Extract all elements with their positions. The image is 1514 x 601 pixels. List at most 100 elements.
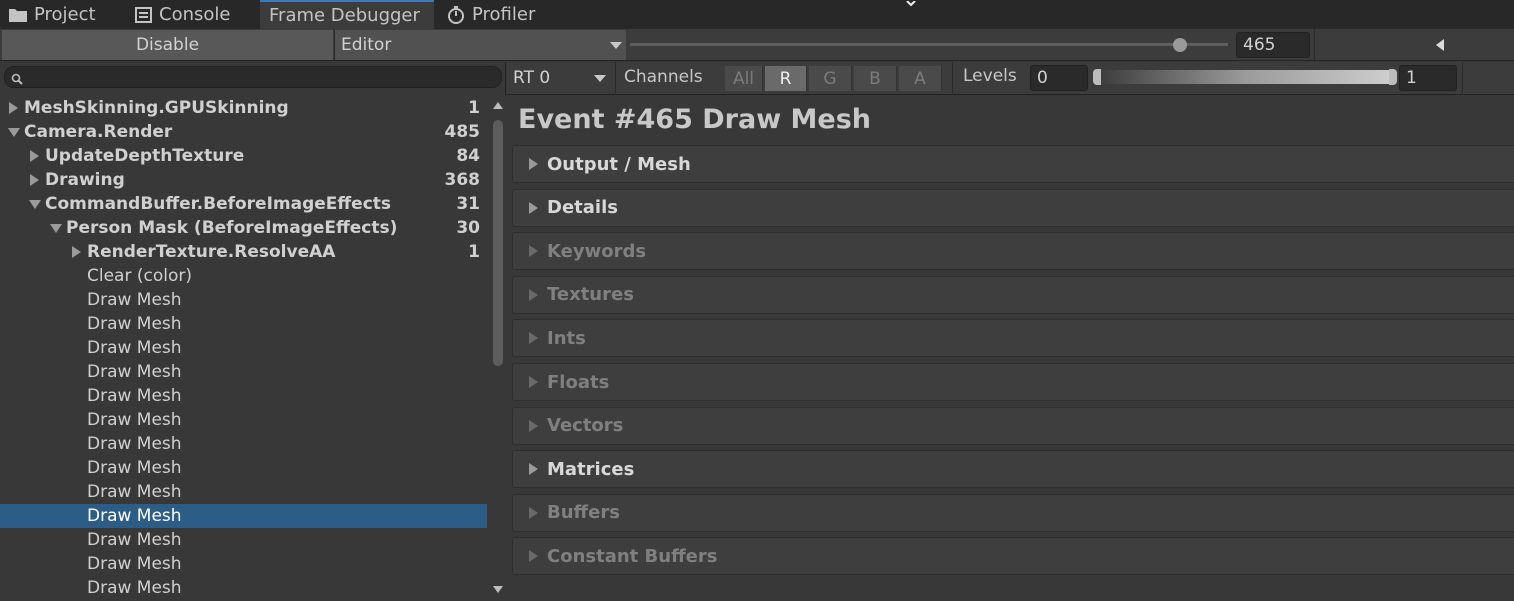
tree-row[interactable]: Person Mask (BeforeImageEffects) 30 bbox=[0, 216, 487, 240]
section-label: Floats bbox=[547, 371, 610, 393]
tree-row[interactable]: Drawing 368 bbox=[0, 168, 487, 192]
section-vectors[interactable]: Vectors bbox=[512, 406, 1514, 445]
folder-icon bbox=[8, 7, 28, 23]
levels-max-handle[interactable] bbox=[1389, 69, 1397, 85]
section-constant-buffers[interactable]: Constant Buffers bbox=[512, 537, 1514, 576]
channel-button-b[interactable]: B bbox=[854, 66, 897, 91]
levels-range-slider[interactable] bbox=[1095, 70, 1395, 84]
tree-row[interactable]: Draw Mesh bbox=[0, 336, 487, 360]
tree-row[interactable]: Draw Mesh bbox=[0, 312, 487, 336]
expand-arrow-icon[interactable] bbox=[30, 150, 39, 162]
collapse-arrow-icon[interactable] bbox=[29, 200, 41, 209]
scroll-down-arrow-icon[interactable] bbox=[493, 586, 503, 593]
tree-row-label: Draw Mesh bbox=[87, 530, 182, 550]
disable-button[interactable]: Disable bbox=[2, 30, 333, 60]
tree-row[interactable]: Draw Mesh bbox=[0, 432, 487, 456]
target-dropdown-value: Editor bbox=[341, 35, 392, 55]
tree-row-count: 485 bbox=[444, 122, 481, 142]
tab-console[interactable]: Console bbox=[135, 0, 230, 29]
search-input[interactable] bbox=[4, 66, 502, 88]
tree-row-count: 84 bbox=[456, 146, 480, 166]
event-number-field[interactable]: 465 bbox=[1236, 32, 1310, 58]
foldout-arrow-icon[interactable] bbox=[529, 201, 538, 214]
section-keywords[interactable]: Keywords bbox=[512, 232, 1514, 271]
tree-row[interactable]: Draw Mesh bbox=[0, 504, 487, 528]
tree-row-label: UpdateDepthTexture bbox=[45, 146, 245, 166]
tree-row-label: RenderTexture.ResolveAA bbox=[87, 242, 336, 262]
collapse-arrow-icon[interactable] bbox=[50, 224, 62, 233]
channel-button-a[interactable]: A bbox=[899, 66, 942, 91]
previous-event-icon[interactable] bbox=[1436, 39, 1444, 51]
levels-max-field[interactable]: 1 bbox=[1399, 65, 1457, 91]
channel-button-r[interactable]: R bbox=[765, 66, 807, 91]
tree-row-label: Draw Mesh bbox=[87, 338, 182, 358]
tree-row-label: Draw Mesh bbox=[87, 434, 182, 454]
collapse-arrow-icon[interactable] bbox=[8, 128, 20, 137]
section-matrices[interactable]: Matrices bbox=[512, 450, 1514, 489]
foldout-arrow-icon[interactable] bbox=[529, 158, 538, 170]
foldout-arrow-icon[interactable] bbox=[529, 463, 538, 476]
tree-row-label: Person Mask (BeforeImageEffects) bbox=[66, 218, 398, 238]
section-output-mesh[interactable]: Output / Mesh bbox=[512, 145, 1514, 183]
target-dropdown[interactable]: Editor bbox=[334, 30, 626, 60]
tab-label: Project bbox=[34, 4, 96, 25]
toolbar-divider bbox=[615, 62, 616, 95]
foldout-arrow-icon[interactable] bbox=[529, 550, 538, 563]
tree-row-label: Draw Mesh bbox=[87, 506, 182, 526]
render-target-toolbar: RT 0 Channels Levels 0 1 All R G B A bbox=[507, 62, 1514, 95]
levels-min-handle[interactable] bbox=[1093, 69, 1101, 85]
foldout-arrow-icon[interactable] bbox=[529, 419, 538, 432]
tree-row[interactable]: CommandBuffer.BeforeImageEffects 31 bbox=[0, 192, 487, 216]
tree-scrollbar-thumb[interactable] bbox=[493, 120, 503, 366]
tab-project[interactable]: Project bbox=[8, 0, 96, 29]
tree-row-label: Drawing bbox=[45, 170, 125, 190]
section-label: Matrices bbox=[547, 458, 635, 480]
section-buffers[interactable]: Buffers bbox=[512, 493, 1514, 532]
channel-button-all[interactable]: All bbox=[725, 66, 763, 91]
tree-row[interactable]: MeshSkinning.GPUSkinning 1 bbox=[0, 96, 487, 120]
tab-label: Profiler bbox=[472, 4, 536, 25]
tree-row[interactable]: RenderTexture.ResolveAA 1 bbox=[0, 240, 487, 264]
tab-profiler[interactable]: Profiler bbox=[446, 0, 535, 29]
tree-row[interactable]: Draw Mesh bbox=[0, 552, 487, 576]
tree-row[interactable]: Draw Mesh bbox=[0, 528, 487, 552]
channel-button-g[interactable]: G bbox=[809, 66, 852, 91]
event-slider-track[interactable] bbox=[630, 43, 1228, 46]
event-slider-handle[interactable] bbox=[1173, 38, 1188, 52]
levels-min-field[interactable]: 0 bbox=[1030, 65, 1088, 91]
chevron-down-icon bbox=[594, 75, 606, 82]
toolbar-divider bbox=[1462, 62, 1463, 95]
foldout-arrow-icon[interactable] bbox=[529, 332, 538, 345]
tree-row[interactable]: Draw Mesh bbox=[0, 576, 487, 600]
levels-label: Levels bbox=[963, 66, 1017, 86]
section-ints[interactable]: Ints bbox=[512, 319, 1514, 358]
foldout-arrow-icon[interactable] bbox=[529, 288, 538, 301]
foldout-arrow-icon[interactable] bbox=[529, 245, 538, 258]
toolbar-divider bbox=[1314, 29, 1315, 61]
tree-row[interactable]: Draw Mesh bbox=[0, 408, 487, 432]
tree-row[interactable]: Draw Mesh bbox=[0, 288, 487, 312]
tree-row[interactable]: Clear (color) bbox=[0, 264, 487, 288]
section-label: Keywords bbox=[547, 240, 647, 262]
render-target-dropdown[interactable]: RT 0 bbox=[507, 63, 611, 93]
event-title: Event #465 Draw Mesh bbox=[518, 104, 872, 135]
tree-row[interactable]: UpdateDepthTexture 84 bbox=[0, 144, 487, 168]
expand-arrow-icon[interactable] bbox=[30, 174, 39, 186]
section-details[interactable]: Details bbox=[512, 188, 1514, 227]
expand-arrow-icon[interactable] bbox=[72, 246, 81, 258]
tab-frame-debugger[interactable]: Frame Debugger bbox=[260, 0, 434, 29]
tree-row[interactable]: Draw Mesh bbox=[0, 456, 487, 480]
tree-row[interactable]: Camera.Render 485 bbox=[0, 120, 487, 144]
tree-row[interactable]: Draw Mesh bbox=[0, 480, 487, 504]
section-floats[interactable]: Floats bbox=[512, 363, 1514, 401]
tree-row[interactable]: Draw Mesh bbox=[0, 384, 487, 408]
frame-debugger-toolbar: Disable Editor 465 bbox=[0, 29, 1514, 61]
foldout-arrow-icon[interactable] bbox=[529, 376, 538, 388]
scroll-up-arrow-icon[interactable] bbox=[493, 102, 503, 109]
section-textures[interactable]: Textures bbox=[512, 275, 1514, 314]
foldout-arrow-icon[interactable] bbox=[529, 506, 538, 519]
tree-row[interactable]: Draw Mesh bbox=[0, 360, 487, 384]
expand-arrow-icon[interactable] bbox=[9, 102, 18, 114]
section-label: Details bbox=[547, 197, 618, 219]
mouse-cursor-icon bbox=[905, 0, 921, 16]
